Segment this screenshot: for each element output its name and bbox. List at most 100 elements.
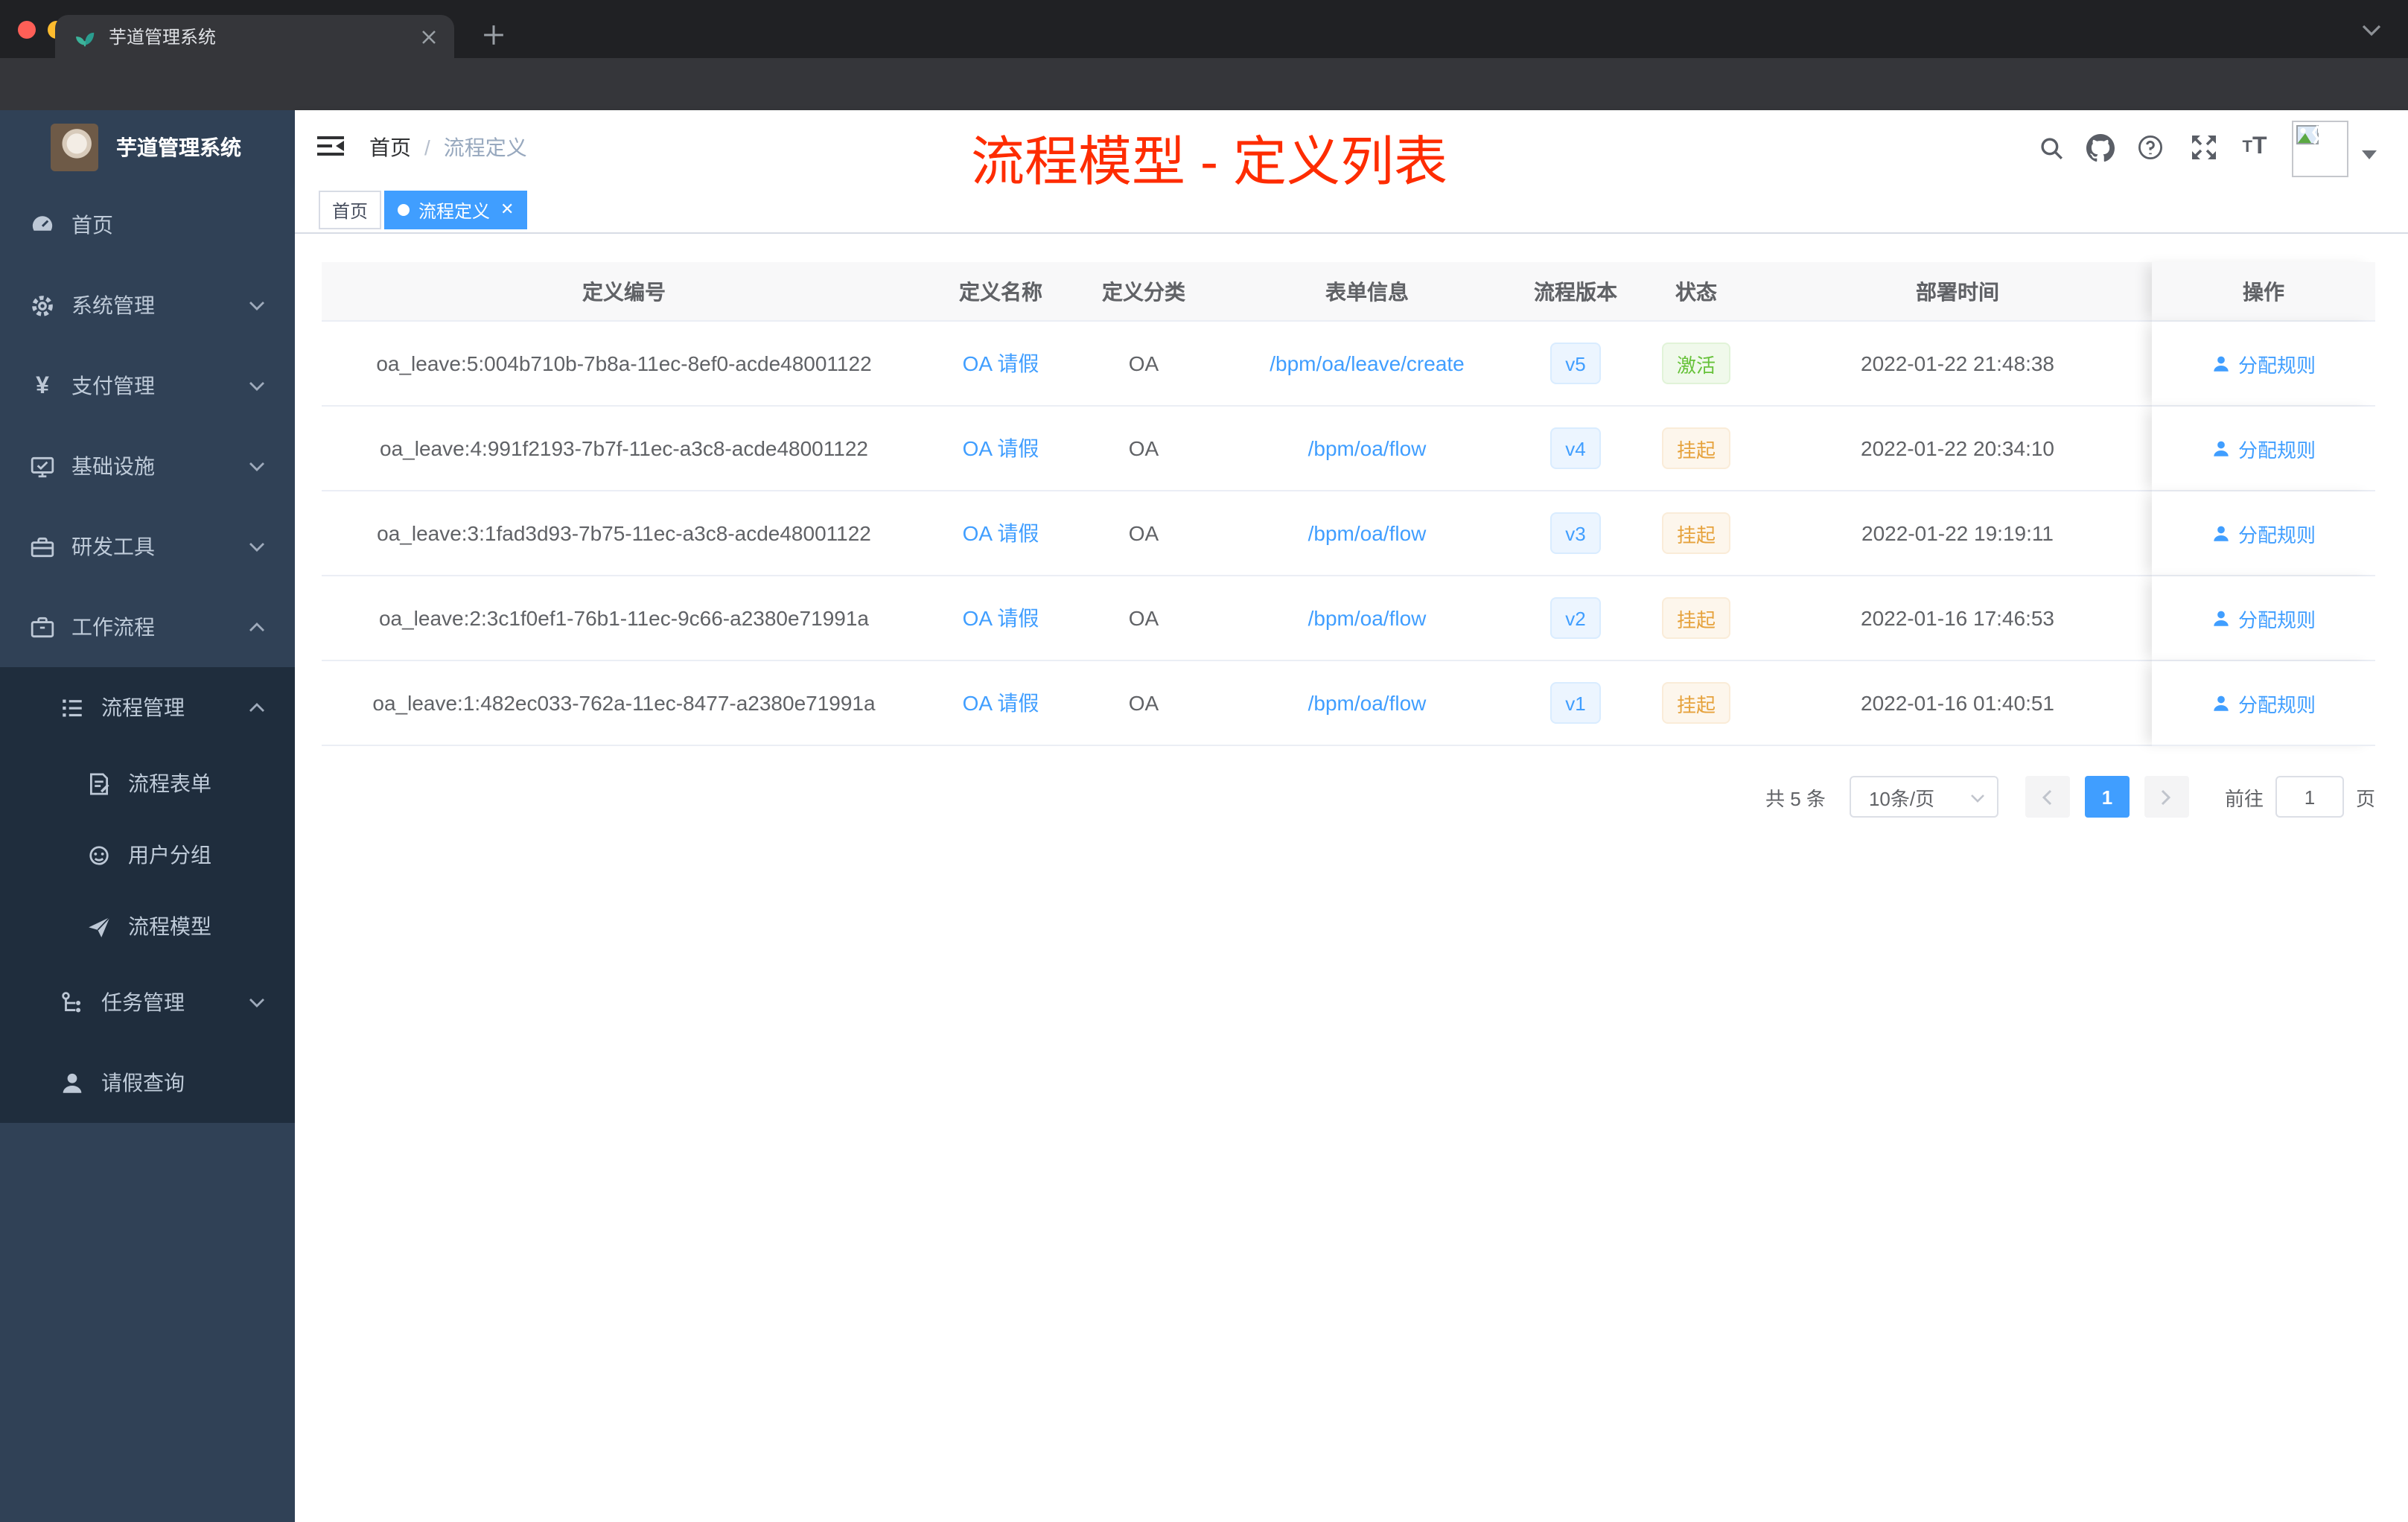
assign-rule-button[interactable]: 分配规则 [2211,689,2316,717]
col-header-form: 表单信息 [1212,262,1522,322]
table-row: oa_leave:2:3c1f0ef1-76b1-11ec-9c66-a2380… [322,576,2375,661]
tab-search-chevron-icon[interactable] [2362,24,2381,37]
goto-label: 前往 [2224,787,2264,809]
app-title: 芋道管理系统 [116,136,241,159]
search-icon[interactable] [2036,134,2065,161]
question-icon[interactable] [2135,134,2165,161]
assign-rule-label: 分配规则 [2237,693,2316,716]
goto-page-input[interactable] [2275,776,2344,818]
prev-page-button[interactable] [2025,776,2070,818]
workflow-submenu: 流程管理 流程表单 用户分组 流程模型 任务管理 请假查询 [0,667,295,1123]
cell-id: oa_leave:5:004b710b-7b8a-11ec-8ef0-acde4… [322,322,926,407]
sidebar-item-workflow[interactable]: 工作流程 [0,587,295,667]
sidebar-item-label: 流程模型 [128,914,211,938]
yen-icon: ¥ [36,373,49,398]
assign-rule-button[interactable]: 分配规则 [2211,604,2316,632]
version-badge: v5 [1550,343,1601,384]
form-link[interactable]: /bpm/oa/flow [1308,521,1427,545]
toolbox-icon [30,534,55,559]
chevron-down-icon [249,997,265,1007]
breadcrumb-separator: / [424,136,430,159]
window-close-button[interactable] [18,21,36,39]
pagination: 共 5 条 10条/页 1 前往 页 [1765,776,2375,818]
assign-rule-button[interactable]: 分配规则 [2211,349,2316,378]
version-badge: v2 [1550,597,1601,639]
col-header-name: 定义名称 [926,262,1075,322]
table-row: oa_leave:1:482ec033-762a-11ec-8477-a2380… [322,661,2375,746]
sidebar-item-label: 研发工具 [71,535,155,558]
logo-avatar [51,124,98,171]
sidebar-item-leave-query[interactable]: 请假查询 [0,1042,295,1123]
definition-name-link[interactable]: OA 请假 [963,518,1039,548]
breadcrumb-home[interactable]: 首页 [369,133,411,162]
cell-category: OA [1075,322,1212,407]
app-logo[interactable]: 芋道管理系统 [0,110,295,185]
assign-rule-button[interactable]: 分配规则 [2211,434,2316,462]
sidebar-item-system[interactable]: 系统管理 [0,265,295,346]
chevron-down-icon [249,380,265,391]
definition-name-link[interactable]: OA 请假 [963,603,1039,633]
avatar[interactable] [2292,121,2348,177]
goto-unit-label: 页 [2355,787,2375,809]
assign-rule-label: 分配规则 [2237,439,2316,461]
cell-category: OA [1075,661,1212,746]
sidebar-item-home[interactable]: 首页 [0,185,295,265]
tab-close-icon[interactable] [421,29,436,44]
seedling-icon [74,26,95,47]
assign-rule-button[interactable]: 分配规则 [2211,519,2316,547]
avatar-caret-icon[interactable] [2362,150,2377,159]
sidebar-item-infra[interactable]: 基础设施 [0,426,295,506]
sidebar-item-process-model[interactable]: 流程模型 [0,891,295,962]
table-row: oa_leave:5:004b710b-7b8a-11ec-8ef0-acde4… [322,322,2375,407]
font-size-icon[interactable]: TT [2240,134,2270,161]
fullscreen-icon[interactable] [2189,134,2219,161]
sidebar-item-payment[interactable]: ¥ 支付管理 [0,346,295,426]
definition-name-link[interactable]: OA 请假 [963,433,1039,463]
col-header-category: 定义分类 [1075,262,1212,322]
cell-deploy-time: 2022-01-22 21:48:38 [1763,322,2152,407]
page-size-value: 10条/页 [1868,787,1935,809]
tag-label: 流程定义 [418,200,491,221]
screen: 芋道管理系统 芋道管理系统 首页 系统管理 ¥ 支付管理 基础设施 研发工具 工… [0,0,2408,1522]
sidebar-item-label: 系统管理 [71,293,155,317]
chevron-down-icon [1970,794,1985,803]
sidebar-menu: 首页 系统管理 ¥ 支付管理 基础设施 研发工具 工作流程 流程管理 流程表单 … [0,185,295,1123]
github-icon[interactable] [2085,133,2115,162]
status-badge: 挂起 [1661,597,1730,639]
next-page-button[interactable] [2144,776,2189,818]
form-link[interactable]: /bpm/oa/flow [1308,436,1427,460]
sidebar-item-devtools[interactable]: 研发工具 [0,506,295,587]
cell-deploy-time: 2022-01-16 17:46:53 [1763,576,2152,661]
sidebar-item-label: 基础设施 [71,454,155,478]
sidebar-toggle-icon[interactable] [317,134,344,158]
definition-name-link[interactable]: OA 请假 [963,688,1039,718]
form-link[interactable]: /bpm/oa/flow [1308,606,1427,630]
tab-title: 芋道管理系统 [109,27,217,48]
page-number-1[interactable]: 1 [2084,776,2130,818]
tag-process-definition[interactable]: 流程定义 ✕ [384,191,528,229]
form-link[interactable]: /bpm/oa/leave/create [1270,351,1465,375]
cell-id: oa_leave:1:482ec033-762a-11ec-8477-a2380… [322,661,926,746]
sidebar-item-user-group[interactable]: 用户分组 [0,819,295,891]
sidebar-item-task-mgmt[interactable]: 任务管理 [0,962,295,1042]
cell-category: OA [1075,407,1212,491]
page-size-select[interactable]: 10条/页 [1849,776,1998,818]
status-badge: 激活 [1661,343,1730,384]
sidebar: 芋道管理系统 首页 系统管理 ¥ 支付管理 基础设施 研发工具 工作流程 流程管… [0,110,295,1522]
chevron-down-icon [249,300,265,311]
tag-close-icon[interactable]: ✕ [500,201,514,218]
sidebar-item-process-mgmt[interactable]: 流程管理 [0,667,295,748]
cell-deploy-time: 2022-01-16 01:40:51 [1763,661,2152,746]
tag-home[interactable]: 首页 [319,191,382,229]
sidebar-item-label: 请假查询 [101,1071,185,1095]
sidebar-item-process-form[interactable]: 流程表单 [0,748,295,819]
assign-rule-label: 分配规则 [2237,608,2316,631]
cell-category: OA [1075,576,1212,661]
sidebar-item-label: 用户分组 [128,843,211,867]
definition-name-link[interactable]: OA 请假 [963,348,1039,378]
definition-table: 定义编号 定义名称 定义分类 表单信息 流程版本 状态 部署时间 操作 oa_l… [322,262,2375,746]
browser-tab[interactable]: 芋道管理系统 [55,15,454,58]
cell-deploy-time: 2022-01-22 19:19:11 [1763,491,2152,576]
form-link[interactable]: /bpm/oa/flow [1308,691,1427,715]
new-tab-button[interactable] [482,24,505,46]
